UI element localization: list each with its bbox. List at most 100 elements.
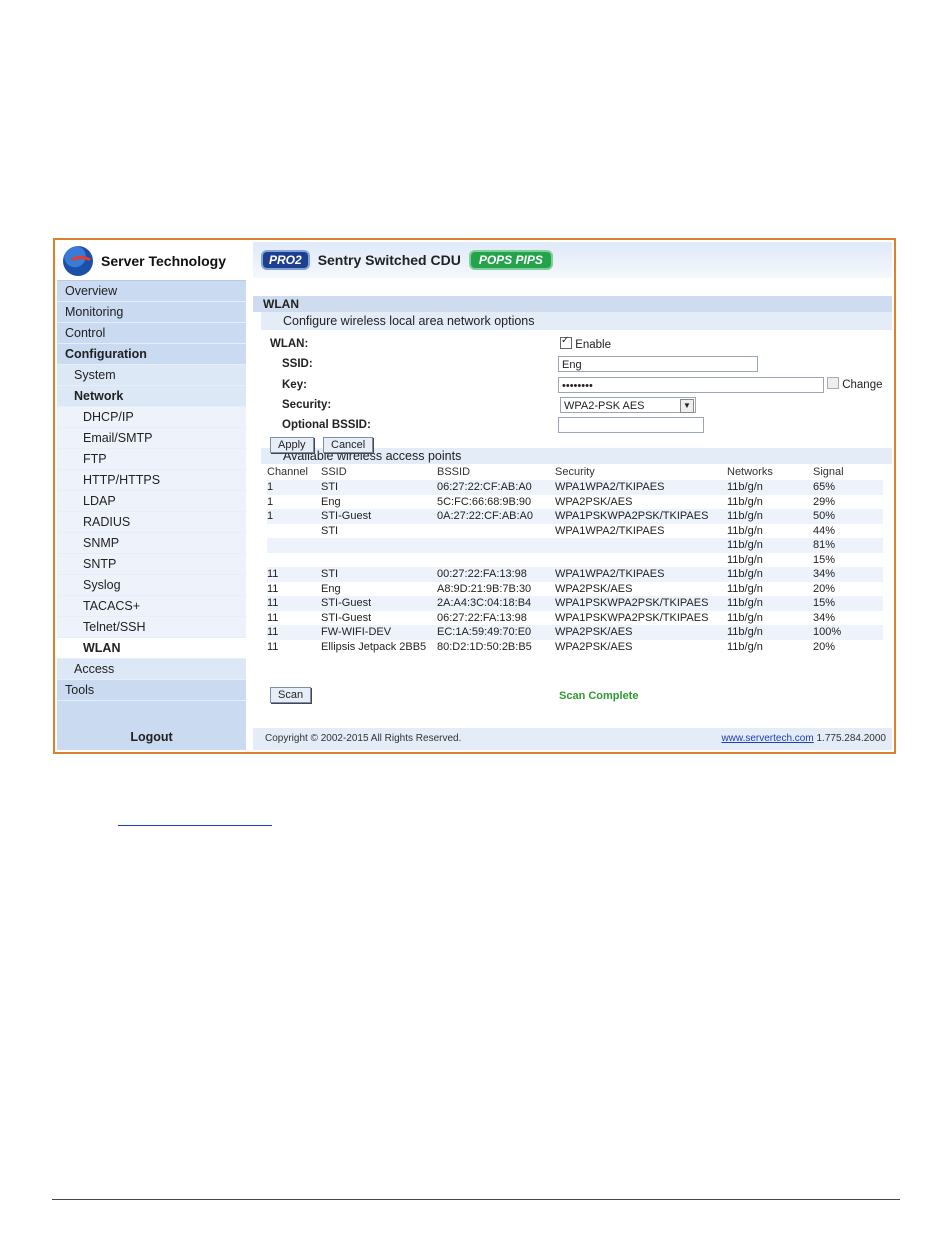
column-header-ssid: SSID bbox=[321, 466, 347, 478]
scan-status: Scan Complete bbox=[559, 690, 639, 702]
table-row[interactable]: 11b/g/n 81% bbox=[267, 538, 883, 553]
table-row[interactable]: 11 STI-Guest 2A:A4:3C:04:18:B4 WPA1PSKWPA2P… bbox=[267, 596, 883, 611]
apply-button[interactable]: Apply bbox=[270, 437, 314, 453]
table-row[interactable]: 1 Eng 5C:FC:66:68:9B:90 WPA2PSK/AES 11b/g/n 2… bbox=[267, 495, 883, 510]
table-cell bbox=[437, 553, 555, 568]
column-header-channel: Channel bbox=[267, 466, 308, 478]
table-cell: FW-WIFI-DEV bbox=[321, 625, 437, 640]
column-header-bssid: BSSID bbox=[437, 466, 471, 478]
table-cell: 11 bbox=[267, 625, 321, 640]
table-cell: 11b/g/n bbox=[727, 495, 763, 508]
table-cell bbox=[555, 553, 727, 568]
change-checkbox[interactable] bbox=[827, 377, 839, 389]
table-cell: 100% bbox=[813, 625, 883, 640]
table-cell: WPA1PSKWPA2PSK/TKIPAES bbox=[555, 611, 709, 624]
website-link[interactable]: www.servertech.com bbox=[721, 733, 813, 744]
table-cell: 44% bbox=[813, 524, 836, 537]
table-cell: 11 bbox=[267, 611, 279, 624]
sidebar-item-control[interactable]: Control bbox=[57, 323, 246, 344]
cancel-button[interactable]: Cancel bbox=[323, 437, 374, 453]
key-label: Key: bbox=[282, 379, 307, 391]
sidebar-item-access[interactable]: Access bbox=[57, 659, 246, 680]
key-field[interactable]: •••••••• bbox=[558, 377, 824, 393]
table-cell: 06:27:22:CF:AB:A0 bbox=[437, 480, 555, 495]
table-cell: 11b/g/n bbox=[727, 596, 813, 611]
sidebar-item-tacacs-[interactable]: TACACS+ bbox=[57, 596, 246, 617]
sidebar-item-radius[interactable]: RADIUS bbox=[57, 512, 246, 533]
sidebar-item-snmp[interactable]: SNMP bbox=[57, 533, 246, 554]
sidebar-item-ldap[interactable]: LDAP bbox=[57, 491, 246, 512]
ap-table-header: Channel SSID BSSID Security Networks Signal bbox=[267, 464, 883, 480]
sidebar-item-system[interactable]: System bbox=[57, 365, 246, 386]
table-cell: 1 bbox=[267, 495, 274, 508]
table-row[interactable]: 11 STI-Guest 06:27:22:FA:13:98 WPA1PSKWPA2P… bbox=[267, 611, 883, 626]
table-cell: 29% bbox=[813, 495, 836, 508]
sidebar-item-configuration[interactable]: Configuration bbox=[57, 344, 246, 365]
sidebar-item-sntp[interactable]: SNTP bbox=[57, 554, 246, 575]
footer: Copyright © 2002-2015 All Rights Reserve… bbox=[253, 728, 892, 750]
table-cell: STI bbox=[321, 480, 437, 495]
table-cell bbox=[267, 553, 321, 568]
table-row[interactable]: STI WPA1WPA2/TKIPAES 11b/g/n 44% bbox=[267, 524, 883, 539]
enable-label: Enable bbox=[575, 339, 612, 351]
table-cell: WPA2PSK/AES bbox=[555, 582, 633, 595]
table-cell: 11b/g/n bbox=[727, 553, 763, 566]
app-window: Server Technology Overview Monitoring Cont… bbox=[53, 238, 896, 754]
sidebar-item-overview[interactable]: Overview bbox=[57, 281, 246, 302]
table-cell: 11 bbox=[267, 596, 321, 611]
table-cell: STI-Guest bbox=[321, 611, 372, 624]
table-cell: 11b/g/n bbox=[727, 480, 813, 495]
table-row[interactable]: 11 Ellipsis Jetpack 2BB5 80:D2:1D:50:2B:B5… bbox=[267, 640, 883, 655]
table-cell: 5C:FC:66:68:9B:90 bbox=[437, 495, 532, 508]
table-cell: Eng bbox=[321, 582, 341, 595]
table-cell bbox=[437, 538, 555, 553]
table-cell: 15% bbox=[813, 553, 836, 566]
product-header: PRO2 Sentry Switched CDU POPS PIPS bbox=[253, 242, 892, 278]
bssid-label: Optional BSSID: bbox=[282, 419, 371, 431]
sidebar-item-ftp[interactable]: FTP bbox=[57, 449, 246, 470]
table-cell: STI bbox=[321, 524, 339, 537]
footer-contact: www.servertech.com 1.775.284.2000 bbox=[721, 728, 886, 750]
sidebar-item-dhcp-ip[interactable]: DHCP/IP bbox=[57, 407, 246, 428]
sidebar-item-monitoring[interactable]: Monitoring bbox=[57, 302, 246, 323]
brand-logo: Server Technology bbox=[57, 242, 246, 281]
pops-pips-badge: POPS PIPS bbox=[468, 250, 553, 270]
ssid-field[interactable]: Eng bbox=[558, 356, 758, 372]
document-link-underline[interactable] bbox=[118, 825, 272, 826]
sidebar-item-email-smtp[interactable]: Email/SMTP bbox=[57, 428, 246, 449]
sidebar-item-wlan[interactable]: WLAN bbox=[57, 638, 246, 659]
table-cell: 11b/g/n bbox=[727, 611, 763, 624]
table-cell bbox=[437, 524, 555, 539]
logout-link[interactable]: Logout bbox=[57, 730, 246, 744]
enable-checkbox[interactable] bbox=[560, 335, 572, 349]
sidebar-item-telnet-ssh[interactable]: Telnet/SSH bbox=[57, 617, 246, 638]
sidebar-item-http-https[interactable]: HTTP/HTTPS bbox=[57, 470, 246, 491]
table-cell: 11b/g/n bbox=[727, 640, 763, 653]
bssid-field[interactable] bbox=[558, 417, 704, 433]
table-row[interactable]: 11 FW-WIFI-DEV EC:1A:59:49:70:E0 WPA2PSK/AE… bbox=[267, 625, 883, 640]
table-row[interactable]: 1 STI 06:27:22:CF:AB:A0 WPA1WPA2/TKIPAES 11b… bbox=[267, 480, 883, 495]
table-cell: 80:D2:1D:50:2B:B5 bbox=[437, 640, 532, 653]
column-header-signal: Signal bbox=[813, 466, 844, 478]
table-row[interactable]: 1 STI-Guest 0A:27:22:CF:AB:A0 WPA1PSKWPA2PS… bbox=[267, 509, 883, 524]
table-cell bbox=[267, 538, 321, 553]
table-cell: WPA1WPA2/TKIPAES bbox=[555, 524, 665, 537]
enable-control[interactable]: Enable bbox=[560, 335, 612, 351]
change-control[interactable]: Change bbox=[827, 377, 883, 391]
table-row[interactable]: 11 Eng A8:9D:21:9B:7B:30 WPA2PSK/AES 11b/g/n… bbox=[267, 582, 883, 597]
table-cell: 2A:A4:3C:04:18:B4 bbox=[437, 596, 555, 611]
sidebar-item-tools[interactable]: Tools bbox=[57, 680, 246, 701]
table-cell: STI-Guest bbox=[321, 509, 437, 524]
scan-button[interactable]: Scan bbox=[270, 687, 312, 703]
table-row[interactable]: 11b/g/n 15% bbox=[267, 553, 883, 568]
table-cell: 1 bbox=[267, 480, 321, 495]
security-select[interactable]: WPA2-PSK AES ▼ bbox=[560, 397, 696, 413]
sidebar-item-network[interactable]: Network bbox=[57, 386, 246, 407]
sidebar-item-syslog[interactable]: Syslog bbox=[57, 575, 246, 596]
table-cell: 15% bbox=[813, 596, 883, 611]
globe-icon bbox=[63, 246, 94, 276]
main-panel: PRO2 Sentry Switched CDU POPS PIPS WLAN … bbox=[253, 242, 892, 750]
chevron-down-icon[interactable]: ▼ bbox=[680, 399, 694, 413]
copyright: Copyright © 2002-2015 All Rights Reserve… bbox=[265, 733, 462, 744]
table-row[interactable]: 11 STI 00:27:22:FA:13:98 WPA1WPA2/TKIPAES 11… bbox=[267, 567, 883, 582]
